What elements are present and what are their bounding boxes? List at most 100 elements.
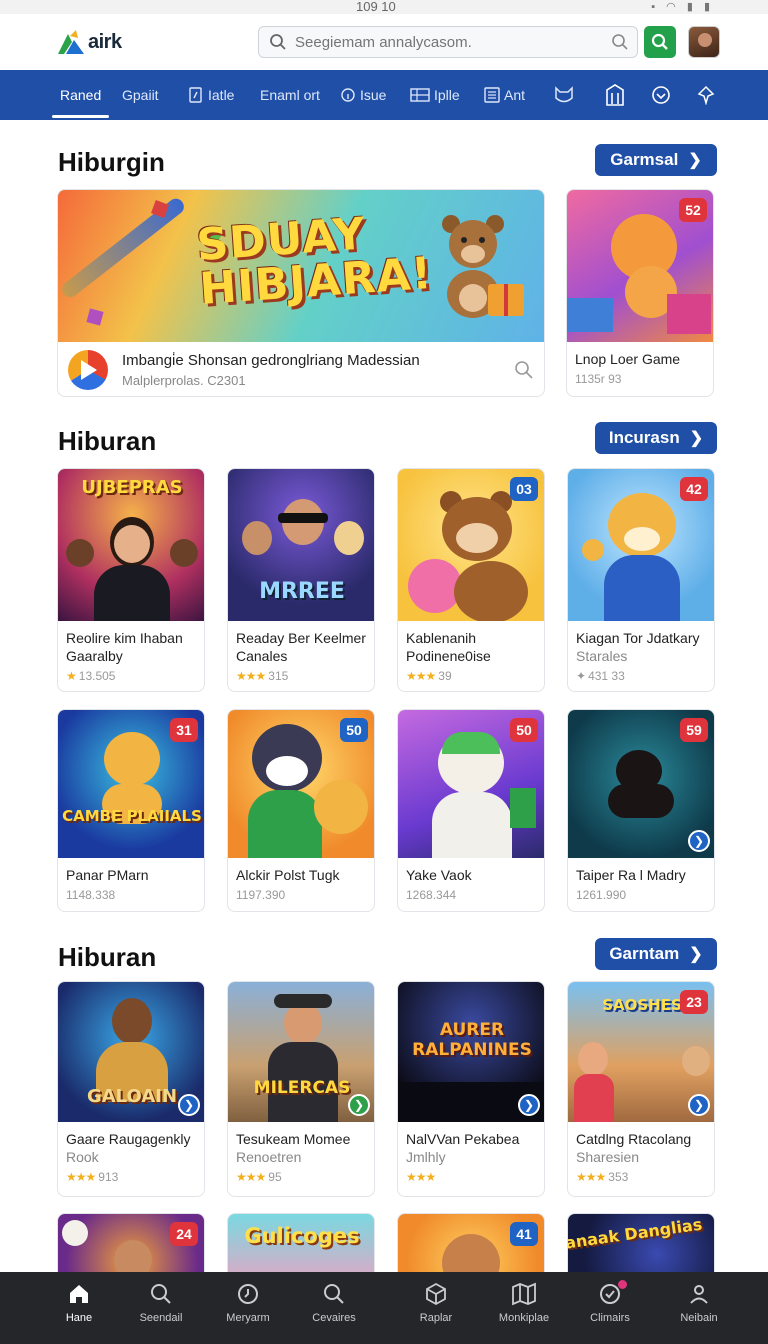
banner-title: SDUAY HIBJARA! (194, 208, 435, 316)
chevron-right-icon[interactable]: ❯ (518, 1094, 540, 1116)
game-thumbnail: 50 (398, 710, 544, 858)
game-rating: ★★★ 315 (236, 669, 289, 683)
game-title: Kablenanih (406, 630, 477, 646)
game-card[interactable]: 50 Yake Vaok 1268.344 (397, 709, 545, 912)
game-card[interactable]: AURER RALPANINES ❯ NalVVan Pekabea Jmlhl… (397, 981, 545, 1197)
section-more-button[interactable]: Incurasn ❯ (595, 422, 717, 454)
section-title-entertainment: Hiburan (58, 426, 157, 456)
category-nav: Raned Gpaiit Iatle Enaml ort Isue Iplle … (0, 70, 768, 120)
rank-badge: 03 (510, 477, 538, 501)
chevron-right-icon: ❯ (688, 152, 702, 169)
search-icon (151, 1284, 171, 1304)
featured-info: Imbangi̇e Shonsan gedronglriang Madessia… (58, 342, 544, 396)
game-rating: ★★★ 353 (576, 1170, 629, 1184)
game-meta: 1261.990 (576, 888, 627, 902)
tag-icon (189, 87, 202, 103)
game-title: Lnop Loer Game (575, 351, 681, 367)
paintbrush-graphic (58, 195, 188, 301)
game-subtitle: Jmlhly (406, 1149, 446, 1165)
rank-badge: 31 (170, 718, 198, 742)
logo-mark-icon (58, 30, 84, 54)
game-card[interactable]: GALOAIN ❯ Gaare Raugagenkly Rook ★★★ 913 (57, 981, 205, 1197)
rank-badge: 41 (510, 1222, 538, 1246)
nav-smile-icon-button[interactable] (651, 70, 671, 120)
play-logo-icon (68, 350, 108, 390)
nav-pin-icon-button[interactable] (696, 70, 716, 120)
game-thumbnail: SAOSHES 23 ❯ (568, 982, 714, 1122)
nav-tab-raned[interactable]: Raned (51, 70, 110, 120)
game-thumbnail: CAMBE PLAIIALS 31 (58, 710, 204, 858)
game-card[interactable]: SAOSHES 23 ❯ Catdlng Rtacolang Sharesien… (567, 981, 715, 1197)
game-title: Kiagan Tor Jdatkary (576, 630, 700, 646)
user-avatar[interactable] (688, 26, 720, 58)
game-card[interactable]: 03 Kablenanih Podinene0ise ★★★ 39 (397, 468, 545, 692)
nav-tab-ant[interactable]: Ant (484, 70, 525, 120)
game-thumbnail: AURER RALPANINES ❯ (398, 982, 544, 1122)
search-icon[interactable] (514, 360, 534, 385)
nav-tab-iplle[interactable]: Iplle (410, 70, 460, 120)
game-rating: ★★★ 95 (236, 1170, 282, 1184)
nav-tab-enaml[interactable]: Enaml ort (260, 70, 320, 120)
search-bar[interactable] (258, 26, 638, 58)
info-icon (341, 88, 355, 102)
game-thumbnail: MILERCAS ❯ (228, 982, 374, 1122)
game-meta: 1135r 93 (575, 372, 622, 386)
nav-building-icon-button[interactable] (605, 70, 625, 120)
featured-card[interactable]: SDUAY HIBJARA! Imbangi̇e Shonsan gedrong… (57, 189, 545, 397)
tab-history[interactable]: Meryarm (206, 1282, 290, 1324)
section-title-entertainment-2: Hiburan (58, 942, 157, 972)
game-subtitle: Canales (236, 648, 288, 664)
cube-icon (426, 1282, 446, 1306)
tab-library[interactable]: Raplar (394, 1282, 478, 1324)
nav-tab-isue[interactable]: Isue (340, 70, 386, 120)
featured-sub: Malplerprolas. C2301 (122, 373, 246, 388)
game-card[interactable]: UJBEPRAS Reolire kim Ihaban Gaaralby ★ 13… (57, 468, 205, 692)
status-time: 109 10 (356, 0, 396, 14)
game-title: Readay Ber Keelmer (236, 630, 366, 646)
game-card[interactable]: 50 Alckir Polst Tugk 1197.390 (227, 709, 375, 912)
nav-tab-gpaiit[interactable]: Gpaiit (122, 70, 159, 120)
search-input[interactable] (295, 33, 605, 51)
tab-search[interactable]: Seendail (119, 1282, 203, 1324)
app-header: airk (0, 14, 768, 70)
tab-explore[interactable]: Cevaires (292, 1282, 376, 1324)
section-more-button[interactable]: Garntam ❯ (595, 938, 717, 970)
rank-badge: 23 (680, 990, 708, 1014)
game-card[interactable]: CAMBE PLAIIALS 31 Panar PMarn 1148.338 (57, 709, 205, 912)
tab-profile[interactable]: Neibain (657, 1282, 741, 1324)
chevron-right-icon[interactable]: ❯ (688, 1094, 710, 1116)
tab-home[interactable]: Hane (37, 1282, 121, 1324)
game-card[interactable]: MILERCAS ❯ Tesukeam Momee Renoetren ★★★ 9… (227, 981, 375, 1197)
game-subtitle: Sharesien (576, 1149, 640, 1165)
game-card[interactable]: 59 ❯ Taiper Ra l Madry 1261.990 (567, 709, 715, 912)
game-card[interactable]: MRREE Readay Ber Keelmer Canales ★★★ 315 (227, 468, 375, 692)
featured-name: Imbangi̇e Shonsan gedronglriang Madessia… (122, 352, 420, 369)
chevron-right-icon[interactable]: ❯ (688, 830, 710, 852)
building-icon (606, 84, 624, 106)
game-card[interactable]: 42 Kiagan Tor Jdatkary Starales ✦ 431 33 (567, 468, 715, 692)
search-clear-icon[interactable] (611, 33, 629, 56)
game-subtitle: Starales (576, 648, 628, 664)
tab-marketplace[interactable]: Monkiplae (482, 1282, 566, 1324)
game-title: Alckir Polst Tugk (236, 867, 340, 883)
game-title: Tesukeam Momee (236, 1131, 351, 1147)
game-thumbnail: GALOAIN ❯ (58, 982, 204, 1122)
game-subtitle: Rook (66, 1149, 99, 1165)
game-thumbnail: 52 (567, 190, 713, 342)
nav-tab-iatle[interactable]: Iatle (188, 70, 234, 120)
game-thumbnail: 42 (568, 469, 714, 621)
chevron-right-icon[interactable]: ❯ (348, 1094, 370, 1116)
game-title: Taiper Ra l Madry (576, 867, 686, 883)
game-title: Yake Vaok (406, 867, 472, 883)
app-logo[interactable]: airk (58, 30, 122, 54)
section-more-button[interactable]: Garmsal ❯ (595, 144, 717, 176)
tab-claims[interactable]: Climairs (568, 1282, 652, 1324)
chevron-right-icon[interactable]: ❯ (178, 1094, 200, 1116)
game-card[interactable]: 52 Lnop Loer Game 1135r 93 (566, 189, 714, 397)
game-thumbnail: 03 (398, 469, 544, 621)
rank-badge: 52 (679, 198, 707, 222)
status-icons: ▪ ◠ ▮ ▮ (651, 1, 714, 13)
search-button[interactable] (644, 26, 676, 58)
nav-cat-icon-button[interactable] (553, 70, 575, 120)
clock-icon (238, 1284, 258, 1304)
